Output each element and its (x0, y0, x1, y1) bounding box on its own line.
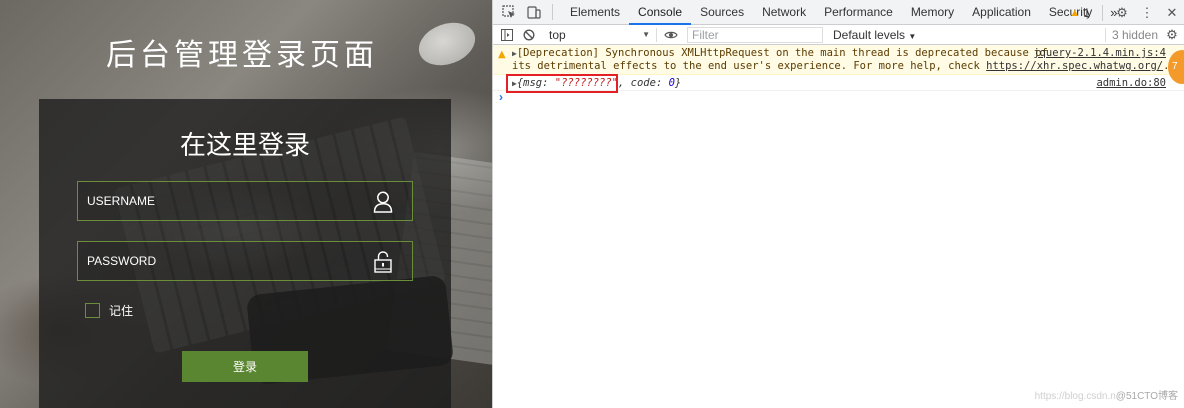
log-levels-dropdown[interactable]: Default levels ▼ (833, 28, 916, 42)
log-source-link[interactable]: admin.do:80 (1096, 75, 1166, 91)
tab-performance[interactable]: Performance (815, 0, 902, 25)
levels-dropdown-icon: ▼ (908, 31, 917, 41)
remember-me[interactable]: 记住 (85, 302, 133, 318)
login-panel: 在这里登录 记住 (39, 99, 451, 408)
close-icon[interactable]: ✕ (1164, 5, 1180, 21)
log-levels-label: Default levels (833, 27, 906, 42)
tab-memory[interactable]: Memory (902, 0, 963, 25)
tab-network[interactable]: Network (753, 0, 815, 25)
warning-icon: ▲ (498, 49, 506, 60)
login-button[interactable]: 登录 (182, 351, 308, 382)
actions-separator (1102, 4, 1103, 21)
password-input[interactable] (78, 242, 412, 280)
console-filter-input[interactable]: Filter (687, 26, 823, 43)
tab-console[interactable]: Console (629, 0, 692, 25)
password-field[interactable] (77, 241, 413, 281)
warning-source-link[interactable]: jquery-2.1.4.min.js:4 (1033, 47, 1166, 60)
devtools-panel: Elements Console Sources Network Perform… (492, 0, 1184, 408)
more-options-icon[interactable]: ⋮ (1139, 5, 1155, 21)
username-field[interactable] (77, 181, 413, 221)
user-icon (372, 190, 394, 214)
context-dropdown-icon: ▼ (642, 29, 650, 39)
devtools-tabbar: Elements Console Sources Network Perform… (493, 0, 1184, 25)
username-input[interactable] (78, 182, 412, 220)
console-output: ▲ ▶[Deprecation] Synchronous XMLHttpRequ… (493, 45, 1184, 105)
warning-icon: ▲ (1069, 6, 1081, 19)
warning-line-2: its detrimental effects to the end user'… (512, 60, 1170, 72)
settings-gear-icon[interactable]: ⚙ (1114, 5, 1130, 21)
tab-elements[interactable]: Elements (561, 0, 629, 25)
sidebar-toggle-icon[interactable] (499, 27, 515, 43)
console-toolbar: top ▼ Filter Default levels ▼ 3 hidden ⚙ (493, 25, 1184, 45)
warning-counter[interactable]: ▲ 1 (1069, 6, 1090, 20)
xhr-spec-link[interactable]: https://xhr.spec.whatwg.org/ (986, 60, 1163, 72)
remember-checkbox[interactable] (85, 302, 100, 318)
inspect-element-icon[interactable] (500, 3, 518, 21)
remember-label: 记住 (109, 303, 134, 318)
console-warning-message[interactable]: ▲ ▶[Deprecation] Synchronous XMLHttpRequ… (493, 45, 1184, 75)
highlight-box (506, 74, 618, 93)
tab-sources[interactable]: Sources (691, 0, 753, 25)
login-page: 后台管理登录页面 在这里登录 USERNAME 记住 登录 (0, 0, 492, 408)
page-title: 后台管理登录页面 (106, 38, 378, 73)
console-log-message[interactable]: ▶{msg: "????????", code: 0} admin.do:80 (493, 74, 1184, 93)
lock-icon (372, 250, 394, 274)
console-settings-gear-icon[interactable]: ⚙ (1164, 27, 1180, 43)
watermark: https://blog.csdn.n@51CTO博客 (1034, 391, 1178, 402)
login-heading: 在这里登录 (179, 131, 310, 161)
warning-count: 1 (1083, 5, 1090, 20)
tab-separator (552, 4, 553, 20)
tab-application[interactable]: Application (963, 0, 1040, 25)
hidden-messages-count: 3 hidden (1104, 28, 1158, 42)
console-toolbar-right: 3 hidden ⚙ (1104, 25, 1180, 45)
context-selector[interactable]: top ▼ (549, 27, 657, 42)
context-label: top (549, 27, 566, 42)
clear-console-icon[interactable] (521, 27, 537, 43)
live-expression-eye-icon[interactable] (663, 27, 679, 43)
devtools-actions: ▲ 1 ⚙ ⋮ ✕ (1069, 0, 1180, 25)
console-prompt[interactable]: › (493, 91, 1184, 105)
device-toolbar-icon[interactable] (525, 3, 543, 21)
